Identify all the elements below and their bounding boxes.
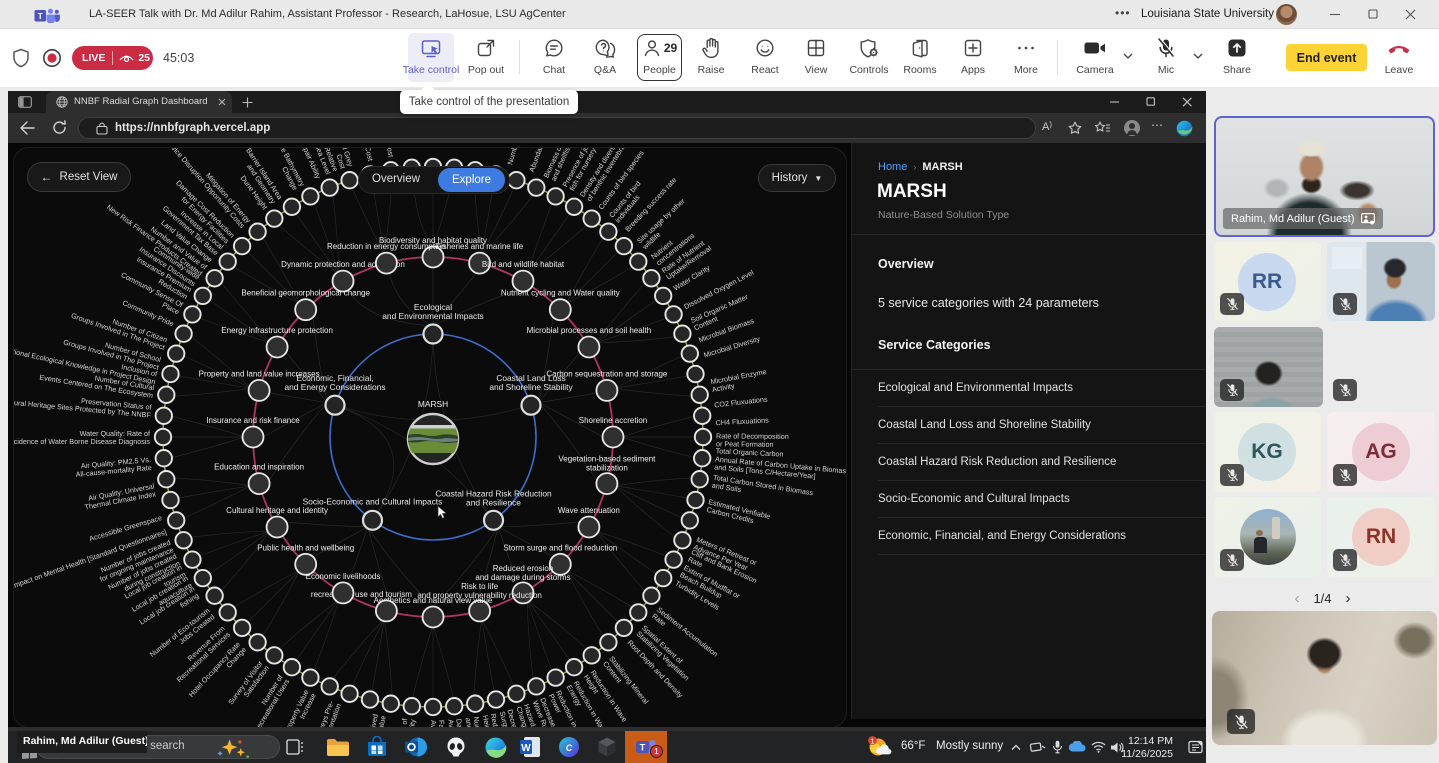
svg-text:Economic livelihoods: Economic livelihoods [306, 572, 381, 581]
svg-text:C: C [566, 743, 573, 753]
svg-text:Monitoring Cost: Monitoring Cost [379, 148, 395, 158]
svg-text:and Environmental Impacts: and Environmental Impacts [382, 311, 483, 321]
svg-text:CH4 Fluxuations: CH4 Fluxuations [715, 415, 769, 427]
svg-text:and Shoreline Stability: and Shoreline Stability [489, 382, 573, 392]
svg-text:T: T [640, 743, 646, 753]
svg-text:stabilization: stabilization [586, 464, 628, 473]
svg-text:Public health and wellbeing: Public health and wellbeing [257, 543, 354, 552]
svg-text:Planning Cost: Planning Cost [357, 148, 376, 162]
svg-text:Insurance and risk finance: Insurance and risk finance [206, 416, 300, 425]
svg-text:Water Quality: Rate ofIncidenc: Water Quality: Rate ofIncidence of Water… [14, 429, 150, 446]
svg-text:PerceivedScenic Value: PerceivedScenic Value [363, 713, 388, 728]
svg-text:Property ValueIncrease: Property ValueIncrease [282, 688, 318, 728]
svg-text:and damage during storms: and damage during storms [475, 573, 570, 582]
svg-text:T: T [38, 11, 44, 21]
svg-text:CO2 Fluxuations: CO2 Fluxuations [714, 394, 769, 409]
svg-text:and Energy Considerations: and Energy Considerations [284, 382, 385, 392]
svg-text:W: W [521, 743, 531, 754]
svg-text:recreational use and tourism: recreational use and tourism [311, 590, 412, 599]
svg-text:Energy infrastructure protecti: Energy infrastructure protection [221, 326, 333, 335]
svg-text:Storm surge and flood reductio: Storm surge and flood reduction [503, 543, 617, 552]
svg-text:Microbial processes and soil h: Microbial processes and soil health [527, 326, 652, 335]
svg-text:Reduced erosion: Reduced erosion [493, 564, 553, 573]
svg-text:Beneficial geomorphological ch: Beneficial geomorphological change [241, 289, 370, 298]
svg-text:Air Quality: UniversalThermal: Air Quality: UniversalThermal Climate In… [82, 481, 157, 511]
svg-text:Cultural heritage and identity: Cultural heritage and identity [226, 506, 328, 515]
svg-text:Shoreline accretion: Shoreline accretion [579, 416, 647, 425]
svg-text:Nutrient cycling and Water qua: Nutrient cycling and Water quality [501, 289, 620, 298]
svg-text:Air Quality: PM2.5 Vs.All-caus: Air Quality: PM2.5 Vs.All-cause-mortalit… [74, 455, 152, 479]
svg-text:Reduction in energy consumptio: Reduction in energy consumption [327, 242, 446, 251]
svg-text:and Resilience: and Resilience [466, 497, 521, 507]
svg-text:Wave attenuation: Wave attenuation [558, 506, 620, 515]
svg-text:Socio-Economic and Cultural Im: Socio-Economic and Cultural Impacts [303, 496, 443, 506]
svg-text:Risk to life: Risk to life [461, 582, 498, 591]
svg-text:Education and inspiration: Education and inspiration [214, 463, 304, 472]
svg-text:Vegetation-based sediment: Vegetation-based sediment [558, 455, 656, 464]
svg-text:Microbial EnzymeActivity: Microbial EnzymeActivity [710, 367, 769, 394]
svg-text:Estimated VerifiableCarbon Cre: Estimated VerifiableCarbon Credits [706, 497, 772, 529]
svg-text:MARSH: MARSH [418, 399, 448, 409]
svg-text:1: 1 [871, 738, 875, 745]
svg-text:Bird and wildlife habitat: Bird and wildlife habitat [482, 260, 565, 269]
svg-text:Fisheries and marine life: Fisheries and marine life [436, 242, 524, 251]
